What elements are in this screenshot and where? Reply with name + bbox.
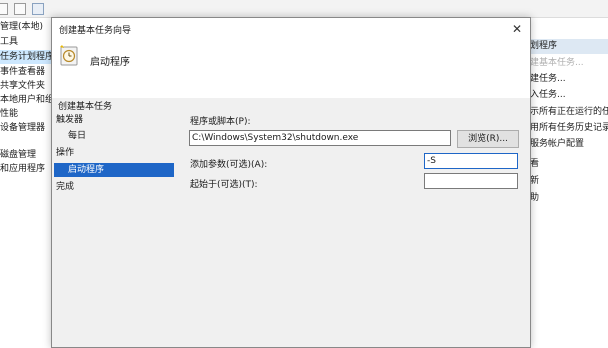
args-label: 添加参数(可选)(A): [190, 160, 268, 170]
nav-item-start-program[interactable]: 启动程序 [54, 163, 174, 177]
tree-item[interactable]: 工具 [0, 35, 18, 49]
toolbar-button-icon[interactable] [32, 3, 44, 15]
task-clock-icon [60, 45, 78, 66]
wizard-header: 启动程序 [52, 40, 530, 98]
tree-item[interactable]: 共享文件夹 [0, 79, 45, 93]
tree-item[interactable]: 性能 [0, 107, 18, 121]
create-basic-task-wizard: 创建基本任务向导 ✕ 启动程序 创建基本任务 触发器 每日 操作 启动程序 完成… [51, 17, 531, 348]
toolbar-button-icon[interactable] [0, 3, 8, 15]
dialog-titlebar: 创建基本任务向导 ✕ [52, 18, 530, 40]
action-item[interactable]: 示所有正在运行的任 [530, 105, 608, 120]
action-item[interactable]: 入任务... [530, 88, 566, 103]
tree-item[interactable]: 设备管理器 [0, 121, 45, 135]
tree-item[interactable]: 本地用户和组 [0, 93, 54, 107]
program-field[interactable]: C:\Windows\System32\shutdown.exe [189, 130, 451, 146]
actions-header: 划程序 [530, 39, 608, 54]
close-icon[interactable]: ✕ [504, 18, 530, 40]
action-item[interactable]: 用所有任务历史记录 [530, 121, 608, 136]
tree-item[interactable]: 事件查看器 [0, 65, 45, 79]
nav-item-finish[interactable]: 完成 [54, 180, 174, 194]
action-item[interactable]: 服务帐户配置 [530, 137, 584, 152]
tree-item-task-scheduler[interactable]: 任务计划程序 [0, 50, 54, 64]
action-item[interactable]: 建任务... [530, 72, 566, 87]
args-field[interactable]: -S [424, 153, 518, 169]
actions-pane: 划程序 建基本任务... 建任务... 入任务... 示所有正在运行的任 用所有… [530, 18, 608, 348]
dialog-title: 创建基本任务向导 [59, 26, 132, 36]
nav-item-trigger[interactable]: 触发器 [54, 113, 174, 127]
action-item[interactable]: 看 [530, 157, 539, 172]
browse-button[interactable]: 浏览(R)... [457, 130, 519, 148]
nav-item-action[interactable]: 操作 [54, 146, 174, 160]
action-item[interactable]: 新 [530, 174, 539, 189]
toolbar-button-icon[interactable] [14, 3, 26, 15]
wizard-nav-title: 创建基本任务 [58, 102, 113, 112]
start-in-field[interactable] [424, 173, 518, 189]
tree-item[interactable]: 磁盘管理 [0, 148, 36, 162]
tree-item[interactable]: 和应用程序 [0, 162, 45, 176]
tree-item[interactable]: 管理(本地) [0, 20, 43, 34]
action-item[interactable]: 助 [530, 191, 539, 206]
mmc-toolbar [0, 0, 608, 18]
start-in-label: 起始于(可选)(T): [190, 180, 258, 190]
nav-item-daily[interactable]: 每日 [54, 129, 174, 143]
console-tree: 管理(本地) 工具 任务计划程序 事件查看器 共享文件夹 本地用户和组 性能 设… [0, 18, 54, 348]
program-label: 程序或脚本(P): [190, 117, 251, 127]
action-item[interactable]: 建基本任务... [530, 56, 584, 71]
page-title: 启动程序 [90, 57, 130, 68]
